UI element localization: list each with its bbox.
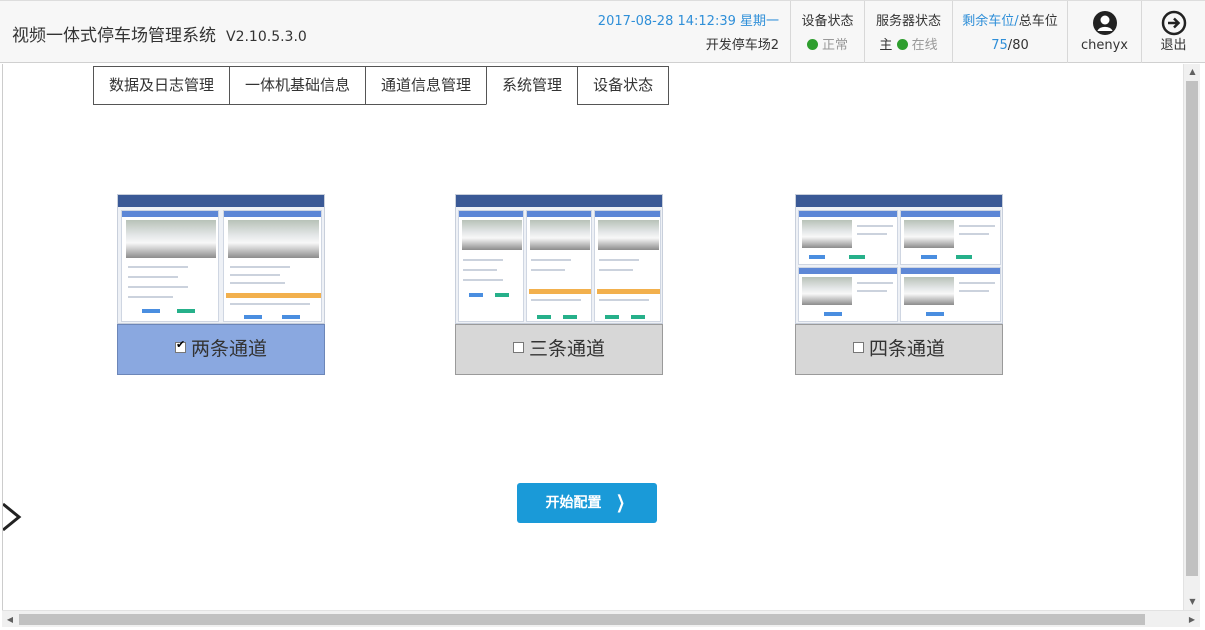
four-channel-option[interactable]: 四条通道 [795,194,1003,375]
app-header: 视频一体式停车场管理系统 V2.10.5.3.0 2017-08-28 14:12… [0,0,1205,63]
app-title-text: 视频一体式停车场管理系统 [12,26,216,46]
two-channel-label: 两条通道 [190,338,267,360]
exit-arrow-icon [1161,10,1186,36]
vertical-scrollbar[interactable]: ▲ ▼ [1183,64,1200,610]
device-status: 设备状态 正常 [790,1,864,63]
horizontal-scrollbar[interactable]: ◀ ▶ [2,610,1200,627]
current-datetime: 2017-08-28 14:12:39 星期一 [597,14,779,29]
two-channel-checkbox[interactable] [174,337,186,353]
main-content: 数据及日志管理 一体机基础信息 通道信息管理 系统管理 设备状态 ✔两条通道 三… [2,64,1183,610]
start-config-button[interactable]: 开始配置 ❯ [517,483,657,523]
tab-system-management[interactable]: 系统管理 [486,66,578,105]
user-name: chenyx [1080,38,1128,53]
tab-device-status[interactable]: 设备状态 [577,66,670,105]
three-channel-checkbox[interactable] [512,342,524,353]
exit-label: 退出 [1160,38,1187,53]
two-channel-option[interactable]: 两条通道 [117,194,325,375]
exit-button[interactable]: 退出 [1141,1,1205,63]
horizontal-scroll-thumb[interactable] [19,614,1145,625]
user-menu[interactable]: chenyx [1067,1,1141,63]
tab-bar: 数据及日志管理 一体机基础信息 通道信息管理 系统管理 设备状态 [93,66,670,105]
tab-channel-info[interactable]: 通道信息管理 [365,66,487,105]
status-green-dot-icon [806,39,818,50]
three-channel-option-label[interactable]: 三条通道 [455,324,663,375]
chevron-right-icon: ❯ [616,492,626,513]
user-circle-icon [1092,11,1117,35]
vertical-scroll-thumb[interactable] [1186,81,1198,576]
total-spaces-label: 总车位 [1018,14,1058,29]
server-role: 主 [879,38,893,53]
tab-data-log[interactable]: 数据及日志管理 [93,66,230,105]
four-channel-checkbox[interactable] [852,342,864,353]
tab-device-basic-info[interactable]: 一体机基础信息 [229,66,366,105]
scroll-left-arrow-icon[interactable]: ◀ [2,611,18,628]
parking-lot-name: 开发停车场2 [705,38,779,53]
server-status-label: 服务器状态 [875,14,941,29]
total-spaces-value: 80 [1012,38,1029,53]
scroll-down-arrow-icon[interactable]: ▼ [1184,594,1201,610]
three-channel-preview-image [455,194,663,324]
parking-space-status: 剩余车位/总车位 75/80 [952,1,1067,63]
device-status-value: 正常 [821,38,848,53]
remaining-spaces-value: 75 [991,38,1008,53]
scroll-right-arrow-icon[interactable]: ▶ [1184,611,1200,628]
four-channel-option-label[interactable]: 四条通道 [795,324,1003,375]
two-channel-option-label[interactable]: 两条通道 [117,324,325,375]
four-channel-label: 四条通道 [868,338,945,360]
scroll-up-arrow-icon[interactable]: ▲ [1184,64,1201,80]
two-channel-preview-image [117,194,325,324]
app-title: 视频一体式停车场管理系统 V2.10.5.3.0 [12,21,307,46]
remaining-spaces-label: 剩余车位 [962,14,1015,29]
server-status: 服务器状态 主 在线 [864,1,952,63]
datetime-block: 2017-08-28 14:12:39 星期一 开发停车场2 [598,10,779,58]
device-status-label: 设备状态 [801,14,854,29]
sidebar-expand-arrow-icon[interactable] [3,502,23,532]
status-green-dot-icon [896,39,908,50]
server-status-value: 在线 [911,38,938,53]
three-channel-option[interactable]: 三条通道 [455,194,663,375]
app-version: V2.10.5.3.0 [226,29,307,45]
four-channel-preview-image [795,194,1003,324]
three-channel-label: 三条通道 [528,338,605,360]
start-config-label: 开始配置 [545,495,602,511]
